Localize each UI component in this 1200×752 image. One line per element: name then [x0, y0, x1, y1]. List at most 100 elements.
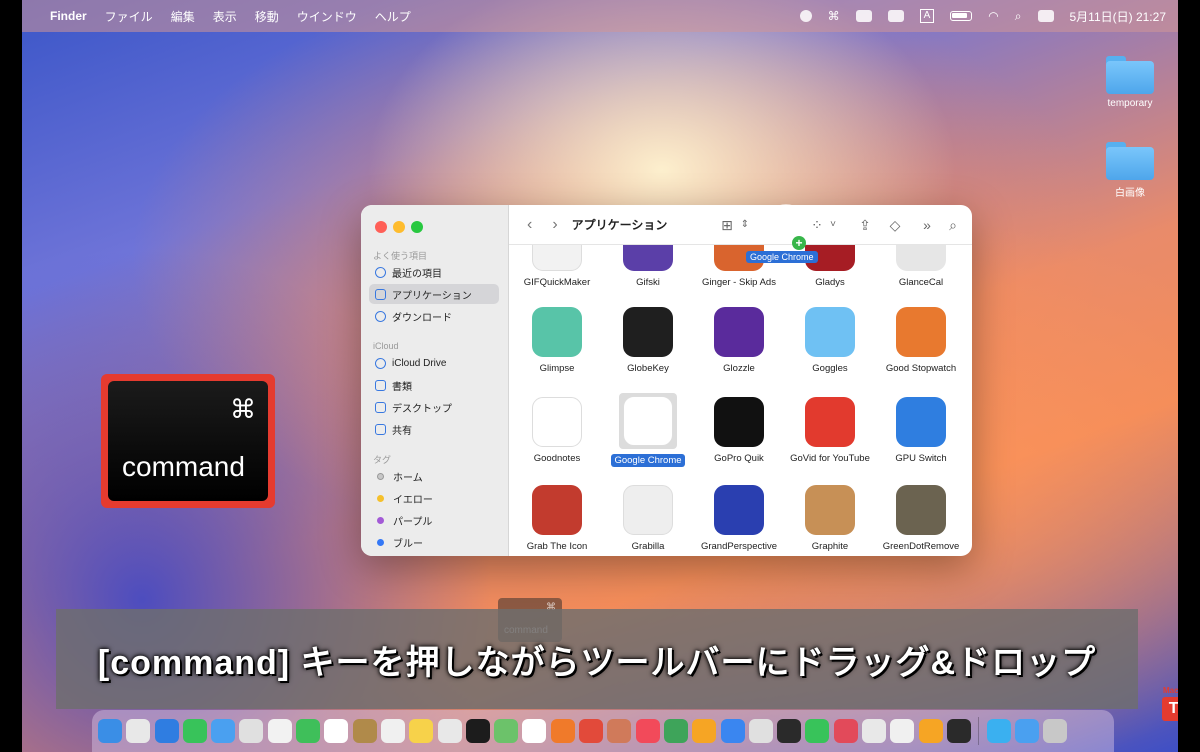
app-item[interactable]: GlobeKey — [603, 307, 693, 375]
sidebar-item-documents[interactable]: 書類 — [369, 375, 499, 395]
dock-app-icon[interactable] — [1014, 719, 1039, 743]
dock-app-icon[interactable] — [380, 719, 405, 743]
dock-app-icon[interactable] — [324, 719, 349, 743]
dock-app-icon[interactable] — [918, 719, 943, 743]
app-item[interactable]: GlanceCal — [876, 245, 966, 289]
forward-button[interactable]: › — [552, 216, 557, 234]
sidebar-tag-home[interactable]: ホーム — [369, 466, 499, 486]
tag-dot-icon — [377, 538, 384, 546]
back-button[interactable]: ‹ — [527, 216, 532, 234]
dock-app-icon[interactable] — [522, 719, 547, 743]
dock-app-icon[interactable] — [239, 719, 264, 743]
desktop-folder-white-image[interactable]: 白画像 — [1090, 142, 1170, 199]
command-status-icon[interactable]: ⌘ — [828, 9, 840, 23]
dock-app-icon[interactable] — [98, 719, 122, 743]
dock-app-icon[interactable] — [182, 719, 207, 743]
sidebar-tag-blue[interactable]: ブルー — [369, 532, 499, 552]
extension-icon[interactable] — [855, 10, 872, 22]
sidebar-item-applications[interactable]: アプリケーション — [369, 284, 499, 304]
menu-help[interactable]: ヘルプ — [375, 8, 411, 25]
sidebar-tag-yellow[interactable]: イエロー — [369, 488, 499, 508]
sidebar-item-recents[interactable]: 最近の項目 — [369, 262, 499, 282]
zoom-window-button[interactable] — [411, 221, 423, 233]
app-item[interactable]: GoPro Quik — [694, 397, 784, 465]
app-item[interactable]: Goggles — [785, 307, 875, 375]
menu-edit[interactable]: 編集 — [171, 8, 195, 25]
dock-app-icon[interactable] — [607, 719, 632, 743]
dock-app-icon[interactable] — [777, 719, 802, 743]
app-item[interactable]: Good Stopwatch — [876, 307, 966, 375]
app-item[interactable]: GIFQuickMaker — [512, 245, 602, 289]
record-icon[interactable] — [799, 10, 812, 22]
spotlight-search-icon[interactable]: ⌕ — [1015, 9, 1022, 24]
sidebar-item-label: 共有 — [392, 425, 412, 437]
dock-app-icon[interactable] — [579, 719, 604, 743]
dock-app-icon[interactable] — [494, 719, 519, 743]
dock-app-icon[interactable] — [635, 719, 660, 743]
sidebar-item-downloads[interactable]: ダウンロード — [369, 306, 499, 326]
caption-banner: [command] キーを押しながらツールバーにドラッグ&ドロップ — [56, 609, 1138, 709]
dock-app-icon[interactable] — [833, 719, 858, 743]
dock-app-icon[interactable] — [267, 719, 292, 743]
dock-app-icon[interactable] — [748, 719, 773, 743]
dock-app-icon[interactable] — [154, 719, 179, 743]
app-item[interactable]: GreenDotRemove — [876, 485, 966, 553]
dock-app-icon[interactable] — [211, 719, 236, 743]
close-window-button[interactable] — [375, 221, 387, 233]
menu-go[interactable]: 移動 — [255, 8, 279, 25]
sidebar-item-shared[interactable]: 共有 — [369, 419, 499, 439]
app-item[interactable]: Graphite — [785, 485, 875, 553]
dock-app-icon[interactable] — [862, 719, 887, 743]
tag-icon[interactable]: ◇ — [887, 217, 903, 233]
dock-app-icon[interactable] — [409, 719, 434, 743]
app-item[interactable]: GPU Switch — [876, 397, 966, 465]
chevron-down-icon[interactable]: ˅ — [825, 217, 841, 233]
dock-app-icon[interactable] — [1043, 719, 1068, 743]
input-source-indicator[interactable]: A — [919, 9, 935, 23]
app-item[interactable]: GoVid for YouTube — [785, 397, 875, 465]
menu-clock[interactable]: 5月11日(日) 21:27 — [1070, 8, 1167, 25]
dock-app-icon[interactable] — [465, 719, 490, 743]
app-item[interactable]: Google Chrome — [603, 393, 693, 467]
battery-icon[interactable] — [950, 11, 973, 21]
sidebar-item-label: 書類 — [392, 381, 412, 393]
app-item[interactable]: GrandPerspective — [694, 485, 784, 553]
menu-view[interactable]: 表示 — [213, 8, 237, 25]
menu-app-name[interactable]: Finder — [50, 9, 87, 23]
more-toolbar-icon[interactable]: » — [919, 217, 935, 233]
dock-app-icon[interactable] — [663, 719, 688, 743]
menu-file[interactable]: ファイル — [105, 8, 153, 25]
app-item[interactable]: Grab The Icon — [512, 485, 602, 553]
app-item[interactable]: Glimpse — [512, 307, 602, 375]
dock-app-icon[interactable] — [720, 719, 745, 743]
dock-app-icon[interactable] — [890, 719, 915, 743]
dock-app-icon[interactable] — [352, 719, 377, 743]
app-item[interactable]: Glozzle — [694, 307, 784, 375]
share-icon[interactable]: ⇪ — [857, 217, 873, 233]
view-grid-icon[interactable]: ⊞ — [719, 217, 735, 233]
dock-app-icon[interactable] — [296, 719, 321, 743]
sidebar-item-icloud-drive[interactable]: iCloud Drive — [369, 353, 499, 373]
dock-app-icon[interactable] — [437, 719, 462, 743]
dock-app-icon[interactable] — [805, 719, 830, 743]
dock-app-icon[interactable] — [692, 719, 717, 743]
dock-app-icon[interactable] — [550, 719, 575, 743]
dropbox-icon[interactable] — [887, 10, 904, 22]
app-icon-wrapper — [785, 307, 875, 357]
dock-app-icon[interactable] — [986, 719, 1011, 743]
view-options-chevron-icon[interactable]: ⇕ — [737, 217, 753, 233]
dock-app-icon[interactable] — [946, 719, 971, 743]
sidebar-tag-purple[interactable]: パープル — [369, 510, 499, 530]
menu-window[interactable]: ウインドウ — [297, 8, 357, 25]
app-item[interactable]: Gifski — [603, 245, 693, 289]
group-icon[interactable]: ⁘ — [809, 217, 825, 233]
control-center-icon[interactable] — [1037, 10, 1054, 22]
wifi-icon[interactable]: ◠ — [988, 9, 998, 23]
app-item[interactable]: Grabilla — [603, 485, 693, 553]
desktop-folder-temporary[interactable]: temporary — [1090, 56, 1170, 109]
dock-app-icon[interactable] — [126, 719, 151, 743]
minimize-window-button[interactable] — [393, 221, 405, 233]
search-icon[interactable]: ⌕ — [945, 217, 961, 233]
sidebar-item-desktop[interactable]: デスクトップ — [369, 397, 499, 417]
app-item[interactable]: Goodnotes — [512, 397, 602, 465]
